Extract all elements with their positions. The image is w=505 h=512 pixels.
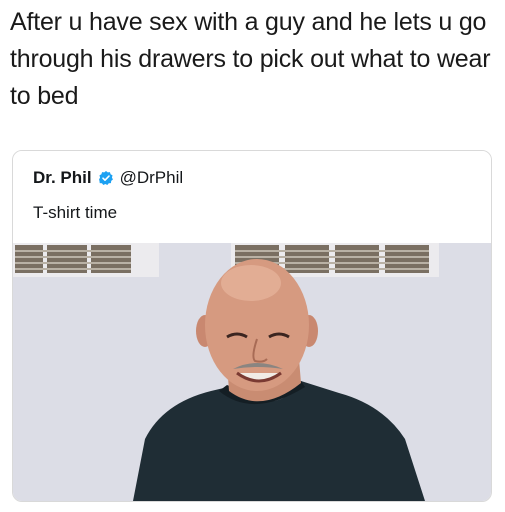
tweet-text: T-shirt time — [33, 203, 118, 222]
author-handle[interactable]: @DrPhil — [120, 168, 184, 188]
verified-badge-icon — [98, 171, 113, 185]
tweet-header: Dr. Phil @DrPhil T-shirt time — [13, 151, 491, 243]
tweet-card[interactable]: Dr. Phil @DrPhil T-shirt time — [12, 150, 492, 502]
tweet-author[interactable]: Dr. Phil @DrPhil — [33, 168, 183, 188]
author-name[interactable]: Dr. Phil — [33, 168, 92, 188]
wall-vent-left — [13, 243, 159, 277]
tweet-photo — [13, 243, 491, 501]
meme-caption: After u have sex with a guy and he lets … — [10, 8, 491, 110]
